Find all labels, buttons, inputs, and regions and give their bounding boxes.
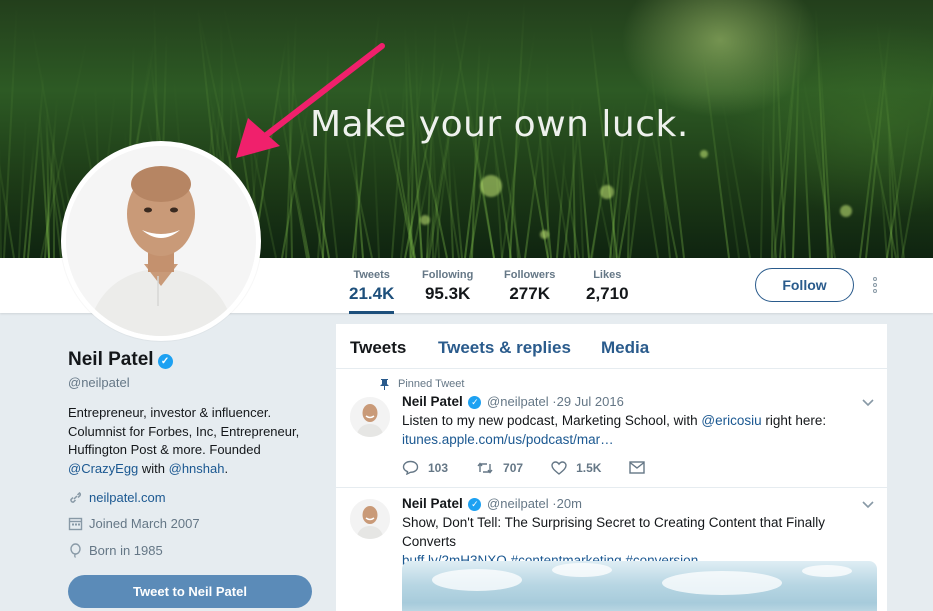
stat-followers[interactable]: Followers 277K [504, 269, 555, 304]
bio-end: . [224, 460, 229, 476]
verified-badge-icon: ✓ [157, 354, 173, 369]
profile-born: Born in 1985 [68, 543, 163, 558]
stat-likes[interactable]: Likes 2,710 [586, 269, 629, 304]
person-photo-icon [350, 499, 390, 539]
more-options-icon[interactable] [870, 276, 880, 296]
stat-following[interactable]: Following 95.3K [422, 269, 473, 304]
link-icon [70, 491, 81, 503]
stat-value: 21.4K [349, 284, 395, 303]
bio-mention-crazyegg[interactable]: @CrazyEgg [68, 461, 138, 476]
stat-value: 2,710 [586, 284, 629, 303]
bokeh-light [600, 185, 614, 199]
pin-icon [380, 378, 389, 390]
tab-media[interactable]: Media [601, 338, 649, 358]
balloon-icon [70, 543, 81, 558]
reply-action[interactable]: 103 [402, 460, 448, 475]
tweet[interactable]: Neil Patel ✓ @neilpatel ·20m Show, Don't… [336, 489, 887, 611]
bio-with: with [138, 460, 169, 476]
tweet-text-after: right here: [761, 413, 827, 428]
pinned-indicator: Pinned Tweet [380, 378, 464, 390]
grass-blade [722, 145, 740, 258]
person-photo-icon [350, 397, 390, 437]
bokeh-light [420, 215, 430, 225]
profile-avatar[interactable] [61, 141, 261, 341]
stat-tweets[interactable]: Tweets 21.4K [349, 269, 395, 314]
bokeh-light [840, 205, 852, 217]
retweet-count: 707 [503, 460, 524, 475]
tweet-avatar[interactable] [350, 499, 390, 539]
retweet-icon [477, 461, 493, 474]
tweet-to-button[interactable]: Tweet to Neil Patel [68, 575, 312, 608]
tweet-media-image[interactable] [402, 561, 877, 611]
born-text: Born in 1985 [89, 543, 163, 558]
tweet-header: Neil Patel ✓ @neilpatel ·29 Jul 2016 [402, 394, 624, 409]
bokeh-light [480, 175, 502, 197]
tweet-header: Neil Patel ✓ @neilpatel ·20m [402, 496, 582, 511]
timeline-tabs: Tweets Tweets & replies Media [336, 324, 887, 369]
tweet-text-before: Listen to my new podcast, Marketing Scho… [402, 413, 702, 428]
pinned-label: Pinned Tweet [398, 378, 465, 390]
profile-handle[interactable]: @neilpatel [68, 375, 130, 390]
timeline: Tweets Tweets & replies Media Pinned Twe… [336, 324, 887, 611]
verified-badge-icon: ✓ [468, 396, 482, 409]
message-action[interactable] [629, 461, 654, 474]
profile-website: neilpatel.com [68, 490, 166, 505]
tweet-time[interactable]: ·29 Jul 2016 [552, 394, 624, 409]
stat-label: Following [422, 269, 474, 281]
bio-text: Entrepreneur, investor & influencer. Col… [68, 405, 300, 457]
joined-text: Joined March 2007 [89, 516, 200, 531]
like-count: 1.5K [576, 460, 602, 475]
reply-count: 103 [428, 460, 449, 475]
grass-blade [546, 55, 549, 258]
reply-icon [402, 460, 419, 475]
person-photo-icon [66, 146, 256, 336]
retweet-action[interactable]: 707 [476, 461, 523, 475]
tweet-author-name[interactable]: Neil Patel [402, 496, 463, 511]
chevron-down-icon[interactable] [862, 501, 874, 509]
bokeh-light [540, 230, 549, 239]
website-link[interactable]: neilpatel.com [89, 490, 166, 505]
profile-bio: Entrepreneur, investor & influencer. Col… [68, 404, 318, 478]
envelope-icon [629, 461, 646, 474]
chevron-down-icon[interactable] [862, 399, 874, 407]
tweet-author-handle[interactable]: @neilpatel [487, 394, 549, 409]
follow-button[interactable]: Follow [755, 268, 854, 302]
stat-label: Followers [504, 269, 556, 281]
bio-mention-hnshah[interactable]: @hnshah [169, 461, 225, 476]
verified-badge-icon: ✓ [468, 498, 482, 511]
tab-tweets-replies[interactable]: Tweets & replies [438, 338, 571, 358]
tweet-author-handle[interactable]: @neilpatel [487, 496, 549, 511]
profile-name-text: Neil Patel [68, 349, 154, 370]
like-action[interactable]: 1.5K [551, 461, 601, 475]
tweet-mention[interactable]: @ericosiu [701, 413, 761, 428]
tweet-pinned[interactable]: Pinned Tweet Neil Patel ✓ @neilpatel ·29… [336, 370, 887, 488]
profile-name[interactable]: Neil Patel ✓ [68, 349, 173, 371]
tweet-actions: 103 707 1.5K [402, 460, 682, 475]
heart-icon [551, 460, 567, 475]
stat-value: 277K [509, 284, 550, 303]
tweet-avatar[interactable] [350, 397, 390, 437]
tweet-author-name[interactable]: Neil Patel [402, 394, 463, 409]
profile-joined: Joined March 2007 [68, 516, 200, 531]
calendar-icon [68, 517, 83, 531]
tweet-text-body: Show, Don't Tell: The Surprising Secret … [402, 515, 826, 549]
grass-blade [760, 64, 766, 258]
grass-blade [773, 2, 803, 258]
stat-value: 95.3K [424, 284, 471, 303]
bokeh-light [700, 150, 708, 158]
grass-blade [773, 6, 786, 258]
stat-label: Likes [593, 269, 622, 281]
tweet-time[interactable]: ·20m [552, 496, 582, 511]
grass-blade [3, 2, 18, 258]
tweet-text: Listen to my new podcast, Marketing Scho… [402, 411, 872, 449]
tab-tweets[interactable]: Tweets [350, 338, 406, 358]
tweet-link[interactable]: itunes.apple.com/us/podcast/mar… [402, 432, 614, 447]
grass-blade [642, 166, 659, 258]
stat-label: Tweets [353, 269, 390, 281]
